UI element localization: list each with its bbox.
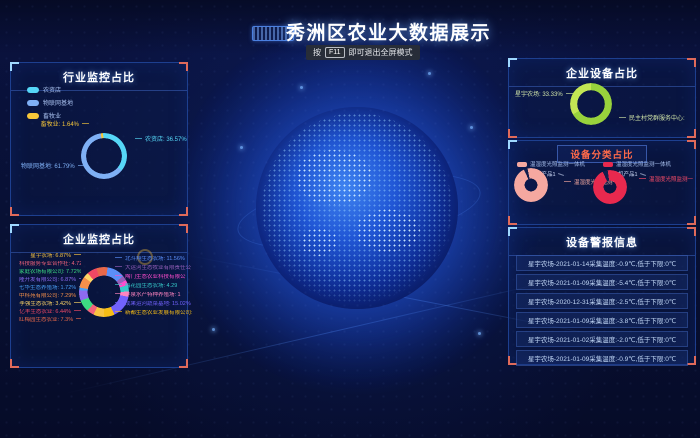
tooltip-text-suffix: 即可退出全屏模式 bbox=[349, 47, 413, 58]
legend-item[interactable]: 温湿度光照监测一体机 bbox=[517, 160, 585, 168]
chart-callout: 民主村党群服务中心: bbox=[619, 113, 693, 122]
alert-row: 星宇农场-2021-01-09采集温度:-5.4℃,低于下限:0℃ bbox=[516, 274, 688, 290]
alert-list: 星宇农场-2021-01-14采集温度:-0.9℃,低于下限:0℃ 星宇农场-2… bbox=[516, 255, 688, 369]
chart-callout: 丰泉水产特种养殖场: 1 bbox=[115, 292, 181, 298]
chart-callout: 红梅园生态农业: 7.3% bbox=[19, 317, 81, 323]
f11-keycap: F11 bbox=[325, 47, 345, 58]
chart-callout: 农资店: 36.57% bbox=[135, 134, 187, 143]
chart-callout: 梅花园生态农场: 4.29 bbox=[115, 283, 177, 289]
chart-callout: 北斗翔生态农场: 11.56% bbox=[115, 256, 185, 262]
panel-enterprise-monitor: 企业监控占比 星宇农场: 6.87% 科技服务专业合作社: 4.72% 家庭农场… bbox=[10, 224, 188, 368]
legend-label: 温湿度光照监测一体机 bbox=[530, 160, 585, 168]
panel-enterprise-device: 企业设备占比 星宇农场: 33.33% 民主村党群服务中心: bbox=[508, 58, 696, 138]
panel-title: 企业监控占比 bbox=[11, 225, 187, 253]
chart-callout: 隆开发有限公司: 6.87% bbox=[19, 277, 81, 283]
device-donut-chart[interactable] bbox=[570, 83, 612, 125]
chart-callout: 星宇农场: 6.87% bbox=[30, 253, 81, 259]
legend-item[interactable]: 物联网基地 bbox=[27, 98, 73, 107]
chart-callout: 家庭农场有限公司: 7.72% bbox=[19, 269, 81, 275]
chart-callout: 星宇农场: 33.33% bbox=[515, 89, 569, 98]
chart-callout: 陶门生态农业科技有限公 bbox=[115, 274, 186, 280]
panel-device-alerts: 设备警报信息 星宇农场-2021-01-14采集温度:-0.9℃,低于下限:0℃… bbox=[508, 227, 696, 365]
alert-row: 星宇农场-2021-01-09采集温度:-3.8℃,低于下限:0℃ bbox=[516, 312, 688, 328]
chart-callout: 科技服务专业合作社: 4.72% bbox=[19, 261, 81, 267]
chart-callout: 新都生态农业发展有限公司: 6.87 bbox=[115, 310, 193, 316]
legend-label: 物联网基地 bbox=[43, 98, 73, 107]
glow-dot bbox=[478, 332, 481, 335]
page-title: 秀洲区农业大数据展示 bbox=[286, 18, 491, 45]
chart-callout: 中科苑有限公司: 7.29% bbox=[19, 293, 81, 299]
enterprise-callouts-left: 星宇农场: 6.87% 科技服务专业合作社: 4.72% 家庭农场有限公司: 7… bbox=[19, 253, 81, 323]
glow-dot bbox=[428, 72, 431, 75]
panel-title: 设备警报信息 bbox=[509, 228, 695, 256]
glow-dot bbox=[212, 328, 215, 331]
chart-callout: 大运河生态牧业有限责任公 bbox=[115, 265, 191, 271]
alert-row: 星宇农场-2020-12-31采集温度:-2.5℃,低于下限:0℃ bbox=[516, 293, 688, 309]
chart-callout: 七华生态养殖场: 1.72% bbox=[19, 285, 81, 291]
chart-callout: 李强生态农场: 3.42% bbox=[19, 301, 81, 307]
tooltip-text-prefix: 按 bbox=[313, 47, 321, 58]
panel-device-category: 设备分类占比 温湿度光照监测一体机 一体机产品1 温湿度光照监测一 温湿度光照监… bbox=[508, 140, 696, 225]
legend-swatch bbox=[27, 87, 39, 93]
glow-dot bbox=[240, 146, 243, 149]
category-donut-chart-2[interactable] bbox=[593, 170, 627, 204]
alert-row: 星宇农场-2021-01-02采集温度:-2.0℃,低于下限:0℃ bbox=[516, 331, 688, 347]
globe-visualization bbox=[256, 107, 458, 309]
alert-row: 星宇农场-2021-01-14采集温度:-0.9℃,低于下限:0℃ bbox=[516, 255, 688, 271]
panel-industry-monitor: 行业监控占比 农资店 物联网基地 畜牧业 畜牧业: 1.64% 农资店: 36.… bbox=[10, 62, 188, 216]
glow-dot bbox=[470, 126, 473, 129]
panel-title: 企业设备占比 bbox=[509, 59, 695, 87]
globe-continent-dots bbox=[262, 113, 452, 303]
chart-callout: 亿丰生态农业: 6.44% bbox=[19, 309, 81, 315]
legend-item[interactable]: 温湿度光照监测一体机 bbox=[603, 160, 671, 168]
legend-item[interactable]: 农资店 bbox=[27, 85, 73, 94]
enterprise-callouts-right: 北斗翔生态农场: 11.56% 大运河生态牧业有限责任公 陶门生态农业科技有限公… bbox=[115, 256, 193, 316]
legend-label: 农资店 bbox=[43, 85, 61, 94]
legend-swatch bbox=[517, 162, 527, 167]
legend-swatch bbox=[603, 162, 613, 167]
chart-callout: 物联网基地: 61.79% bbox=[21, 161, 85, 170]
chart-callout: 畜牧业: 1.64% bbox=[25, 119, 89, 128]
chart-callout: 温湿度光照监测一 bbox=[639, 175, 693, 183]
alert-row: 星宇农场-2021-01-09采集温度:-0.9℃,低于下限:0℃ bbox=[516, 350, 688, 366]
legend-swatch bbox=[27, 113, 39, 119]
industry-donut-chart[interactable] bbox=[81, 133, 127, 179]
legend-label: 温湿度光照监测一体机 bbox=[616, 160, 671, 168]
chart-callout: 成果运河蔬菜基地: 15.02% bbox=[115, 301, 191, 307]
legend-swatch bbox=[27, 100, 39, 106]
glow-dot bbox=[300, 86, 303, 89]
fullscreen-tooltip: 按 F11 即可退出全屏模式 bbox=[306, 45, 420, 60]
category-donut-chart-1[interactable] bbox=[514, 168, 548, 202]
